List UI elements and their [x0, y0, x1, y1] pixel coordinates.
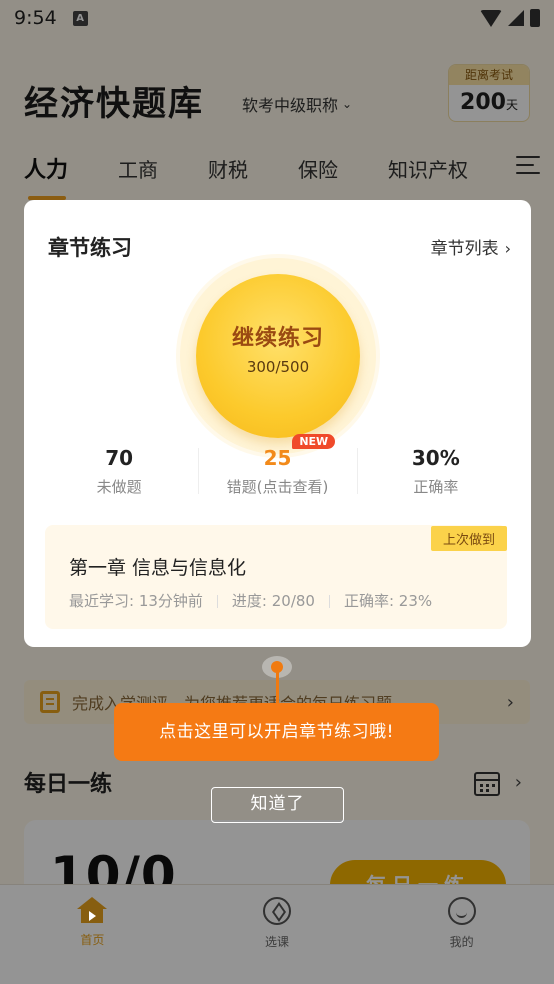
- got-it-button[interactable]: 知道了: [211, 787, 344, 823]
- practice-stats: 70 未做题 NEW 25 错题(点击查看) 30% 正确率: [40, 434, 515, 504]
- last-chapter-card[interactable]: 上次做到 第一章 信息与信息化 最近学习: 13分钟前 进度: 20/80 正确率:…: [45, 525, 507, 629]
- stat-value: 25: [263, 446, 292, 470]
- recent-study: 最近学习: 13分钟前: [69, 592, 203, 610]
- chapter-progress: 进度: 20/80: [231, 592, 315, 610]
- chapter-practice-card: 章节练习 章节列表 › 继续练习 300/500 70 未做题 NEW 25 错题…: [24, 200, 531, 647]
- guide-tooltip: 点击这里可以开启章节练习哦!: [114, 703, 439, 761]
- chapter-accuracy: 正确率: 23%: [343, 592, 433, 610]
- stat-accuracy: 30% 正确率: [356, 440, 515, 504]
- stat-label: 正确率: [413, 478, 459, 496]
- chapter-list-link[interactable]: 章节列表 ›: [431, 234, 511, 259]
- guide-pointer-line: [276, 672, 279, 706]
- practice-progress: 300/500: [246, 358, 310, 376]
- stat-label: 未做题: [96, 478, 142, 496]
- stat-label: 错题(点击查看): [226, 478, 329, 496]
- stat-value: 30%: [411, 446, 460, 470]
- chapter-list-label: 章节列表: [430, 239, 499, 259]
- last-chapter-meta: 最近学习: 13分钟前 进度: 20/80 正确率: 23%: [69, 590, 432, 611]
- last-chapter-title: 第一章 信息与信息化: [69, 557, 247, 579]
- chevron-right-icon: ›: [504, 239, 511, 258]
- stat-value: 70: [105, 446, 134, 470]
- new-badge: NEW: [292, 434, 336, 449]
- card-title: 章节练习: [48, 236, 132, 260]
- continue-practice-button[interactable]: 继续练习 300/500: [180, 258, 376, 454]
- last-done-badge: 上次做到: [430, 526, 507, 551]
- stat-wrong[interactable]: NEW 25 错题(点击查看): [198, 434, 356, 504]
- stat-undone[interactable]: 70 未做题: [40, 440, 198, 504]
- practice-label: 继续练习: [231, 326, 324, 351]
